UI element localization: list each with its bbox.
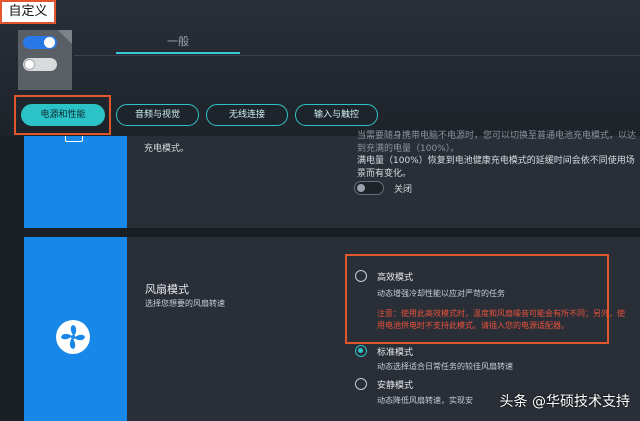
radio-standard-mode[interactable] bbox=[355, 345, 367, 357]
quiet-mode-desc: 动态降低风扇转速，实现安 bbox=[377, 396, 473, 405]
battery-toggle[interactable] bbox=[354, 181, 384, 195]
battery-card: 充电模式。 当需要随身携带电脑不电源时，您可以切换至普通电池充电模式，以达到充满… bbox=[24, 131, 640, 228]
fan-icon bbox=[56, 320, 90, 354]
fan-mode-subtitle: 选择您想要的风扇转速 bbox=[145, 299, 225, 308]
divider bbox=[74, 55, 640, 56]
settings-icon bbox=[18, 30, 72, 90]
battery-desc-line-1: 当需要随身携带电脑不电源时，您可以切换至普通电池充电模式，以达到充满的电量（10… bbox=[357, 131, 637, 154]
highlight-box bbox=[14, 95, 111, 135]
category-audio-visual[interactable]: 音频与视觉 bbox=[116, 104, 199, 126]
battery-toggle-label: 关闭 bbox=[394, 185, 413, 195]
toggle-on-icon bbox=[23, 36, 57, 49]
standard-mode-title: 标准模式 bbox=[377, 348, 414, 358]
header-area: 自定义 一般 电源和性能 音频与视觉 无线连接 输入与触控 bbox=[0, 0, 640, 136]
battery-desc-line-2: 满电量（100%）恢复到电池健康充电模式的延缓时间会依不同使用场景而有变化。 bbox=[357, 156, 635, 179]
watermark: 头条 @华硕技术支持 bbox=[500, 391, 630, 411]
tab-general[interactable]: 一般 bbox=[116, 32, 240, 54]
tab-general-label: 一般 bbox=[167, 35, 189, 48]
card-side-panel bbox=[24, 237, 127, 421]
category-input-touch[interactable]: 输入与触控 bbox=[295, 104, 378, 126]
laptop-icon bbox=[65, 136, 83, 142]
highlight-box bbox=[345, 254, 609, 344]
battery-mode-text: 充电模式。 bbox=[144, 144, 190, 154]
card-side-panel bbox=[24, 136, 127, 228]
standard-mode-desc: 动态选择适合日常任务的较佳风扇转速 bbox=[377, 362, 513, 371]
toggle-knob bbox=[357, 184, 365, 192]
watermark-text: 头条 @华硕技术支持 bbox=[499, 394, 630, 410]
quiet-mode-title: 安静模式 bbox=[377, 381, 414, 391]
toggle-off-icon bbox=[23, 58, 57, 71]
category-wireless[interactable]: 无线连接 bbox=[206, 104, 288, 126]
tab-active-indicator bbox=[116, 52, 240, 54]
window-title: 自定义 bbox=[0, 0, 56, 24]
radio-quiet-mode[interactable] bbox=[355, 378, 367, 390]
fan-mode-title: 风扇模式 bbox=[145, 283, 189, 296]
